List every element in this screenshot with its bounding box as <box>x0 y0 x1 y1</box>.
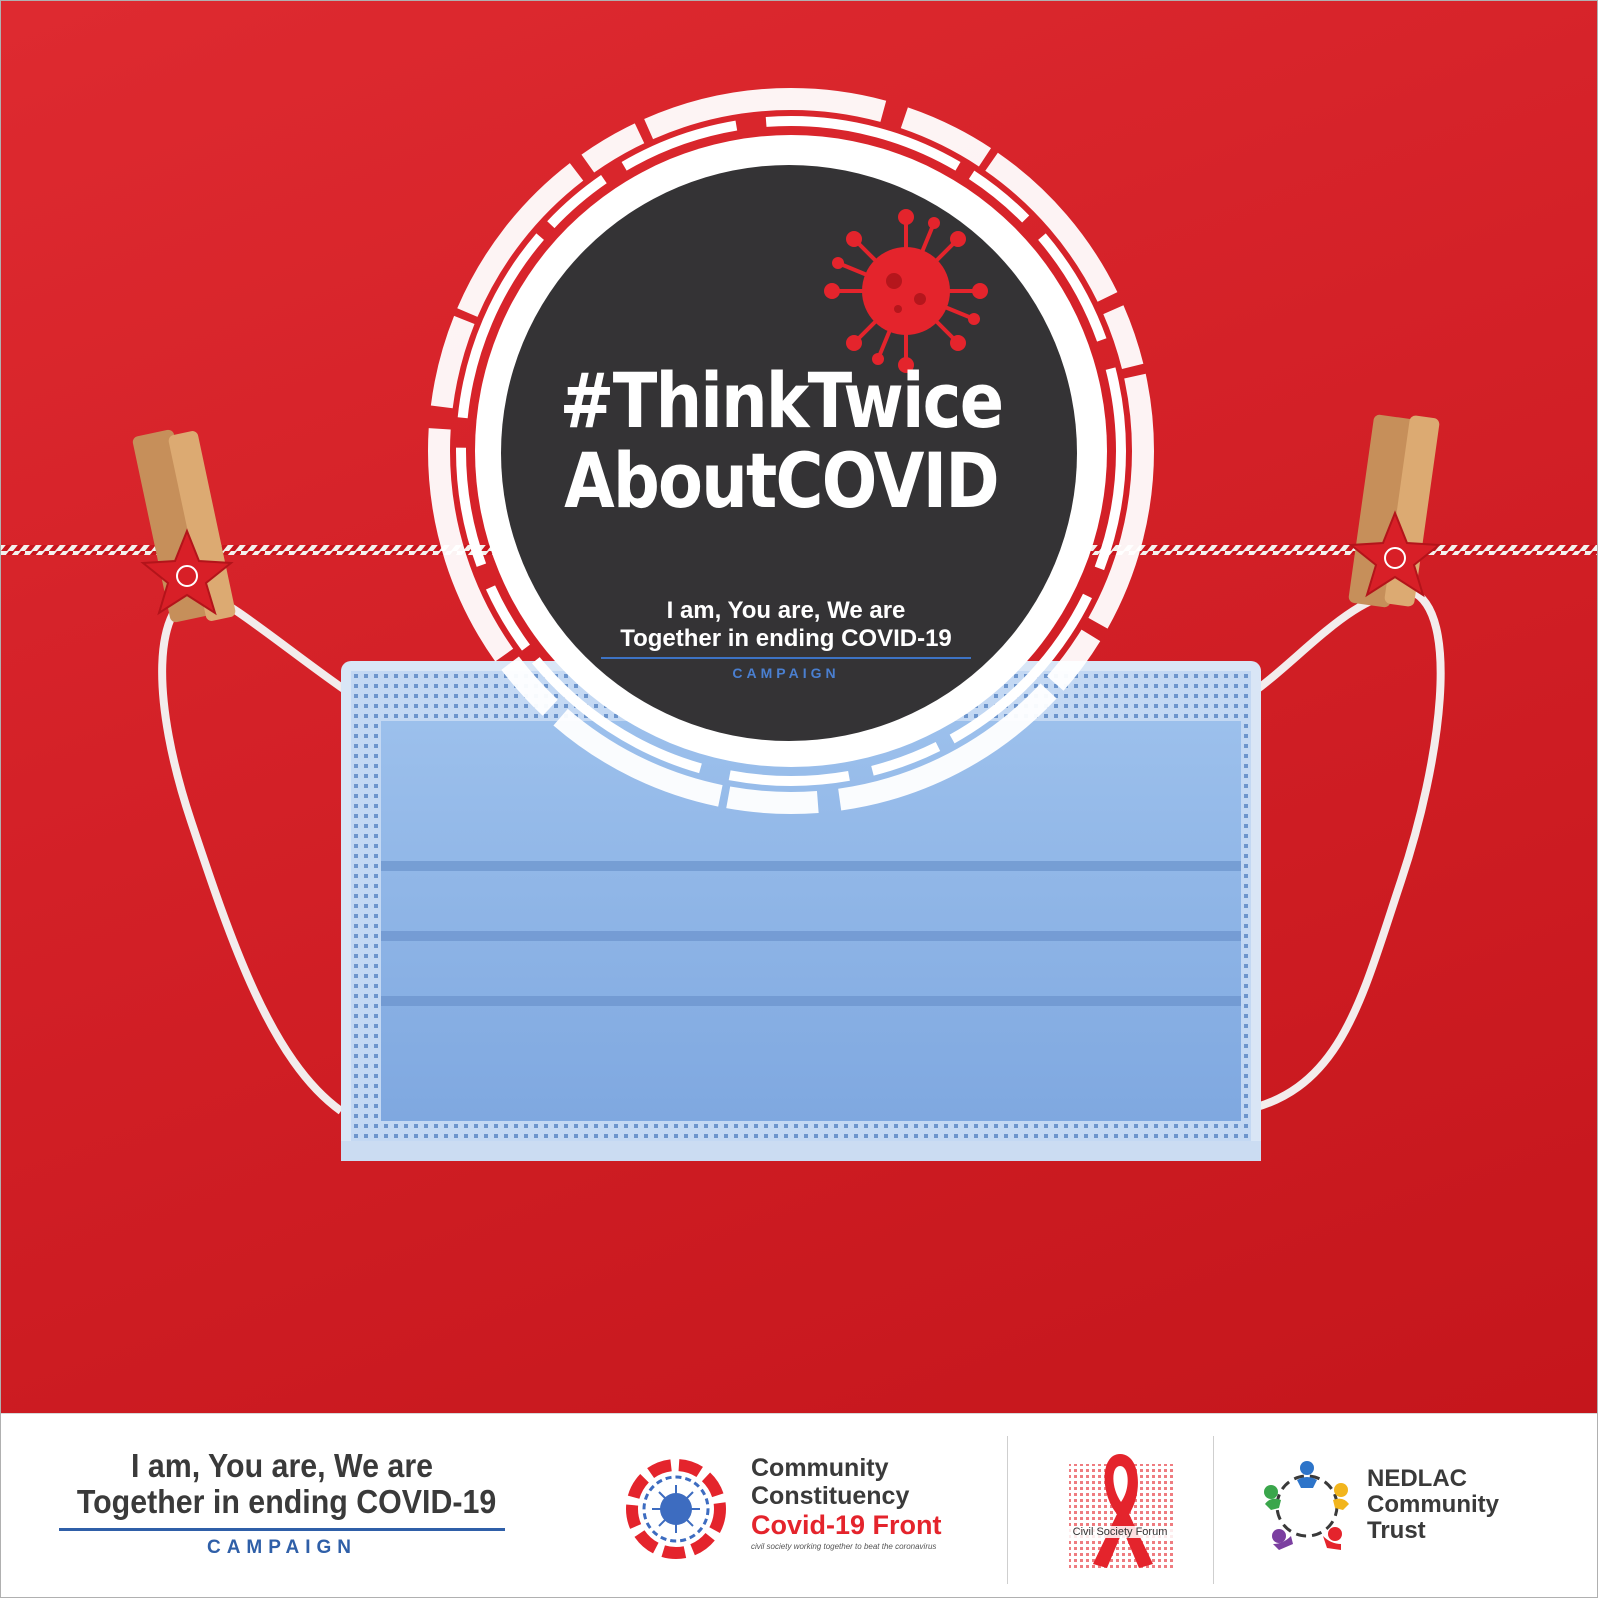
hashtag-line-2: AboutCOVID <box>564 436 1000 525</box>
badge-tagline-line-2: Together in ending COVID-19 <box>620 625 952 652</box>
right-ear-loop <box>1238 586 1445 1115</box>
badge-divider <box>601 657 971 659</box>
sanac-logo: Civil Society Forum <box>1055 1444 1185 1584</box>
nedlac-logo-text: NEDLAC Community Trust <box>1367 1466 1499 1544</box>
left-ear-loop <box>158 586 364 1115</box>
nedlac-line-1: NEDLAC <box>1367 1465 1467 1492</box>
footer-campaign-text: I am, You are, We are Together in ending… <box>59 1448 505 1559</box>
ccf-logo-text: Community Constituency Covid-19 Front ci… <box>751 1454 942 1551</box>
ccf-line-2: Constituency <box>751 1482 910 1510</box>
virus-icon <box>824 209 988 373</box>
footer-campaign-label: CAMPAIGN <box>206 1537 358 1558</box>
ccf-line-3: Covid-19 Front <box>751 1510 942 1540</box>
ccf-emblem-icon <box>626 1459 726 1559</box>
red-ribbon-icon <box>1069 1454 1173 1568</box>
badge-hashtag: #ThinkTwice AboutCOVID <box>501 361 1061 521</box>
nedlac-line-3: Trust <box>1367 1517 1426 1544</box>
nedlac-logo: NEDLAC Community Trust <box>1257 1456 1557 1566</box>
nedlac-line-2: Community <box>1367 1491 1499 1518</box>
footer-divider <box>1007 1436 1008 1584</box>
photo-background: #ThinkTwice AboutCOVID I am, You are, We… <box>1 1 1597 1413</box>
ccf-logo: Community Constituency Covid-19 Front ci… <box>621 1454 971 1574</box>
mask-illustration <box>1 88 1597 1161</box>
footer-campaign-line-2: Together in ending COVID-19 <box>76 1483 497 1520</box>
footer-divider <box>1213 1436 1214 1584</box>
ccf-line-1: Community <box>751 1454 889 1482</box>
sanac-label: Civil Society Forum <box>1063 1526 1177 1538</box>
ccf-tagline: civil society working together to beat t… <box>751 1542 937 1551</box>
hashtag-line-1: #ThinkTwice <box>559 356 1004 445</box>
badge-tagline: I am, You are, We are Together in ending… <box>601 597 971 681</box>
badge-tagline-line-1: I am, You are, We are <box>666 597 906 624</box>
poster: #ThinkTwice AboutCOVID I am, You are, We… <box>0 0 1598 1598</box>
footer-campaign-divider <box>59 1528 505 1531</box>
footer-campaign-line-1: I am, You are, We are <box>130 1447 434 1484</box>
clothespin-icon <box>1348 414 1440 608</box>
footer-logo-bar: I am, You are, We are Together in ending… <box>1 1413 1597 1597</box>
circle-of-people-icon <box>1264 1461 1349 1550</box>
badge-campaign-label: CAMPAIGN <box>732 665 840 681</box>
